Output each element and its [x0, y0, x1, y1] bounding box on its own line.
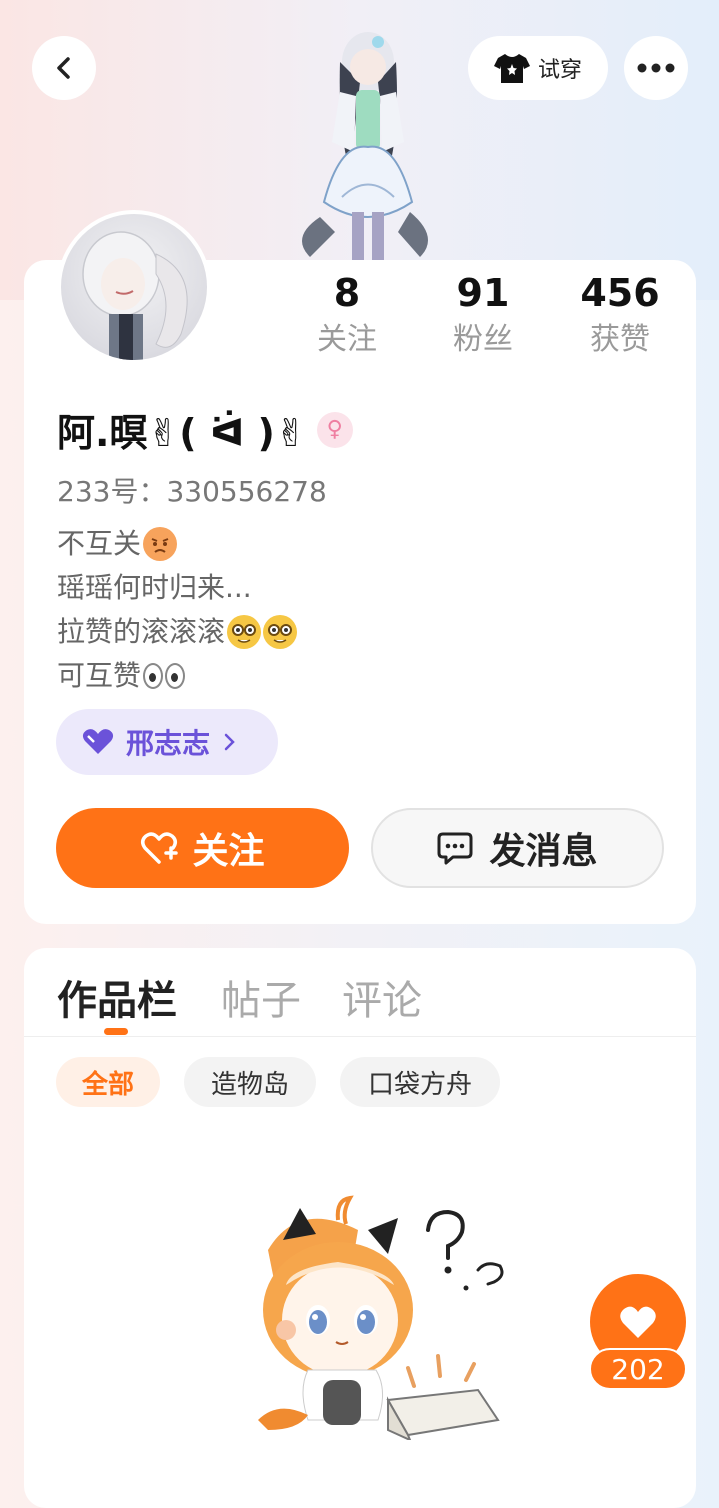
divider — [24, 1036, 696, 1037]
follow-button[interactable]: 关注 — [56, 808, 349, 888]
bio: 不互关 瑶瑶何时归来... 拉赞的滚滚滚 可互赞 — [57, 522, 298, 698]
stat-label: 粉丝 — [453, 322, 513, 357]
like-count: 202 — [589, 1348, 687, 1390]
bio-line: 瑶瑶何时归来... — [57, 571, 252, 604]
filter-pocket-ark[interactable]: 口袋方舟 — [340, 1057, 500, 1107]
message-button[interactable]: 发消息 — [371, 808, 664, 888]
filter-all[interactable]: 全部 — [56, 1057, 160, 1107]
stat-label: 获赞 — [590, 322, 650, 357]
stat-label: 关注 — [317, 322, 377, 357]
bio-line: 可互赞 — [57, 659, 142, 692]
stat-following[interactable]: 8 关注 — [287, 270, 407, 360]
heart-plus-icon — [141, 832, 179, 864]
stat-value: 456 — [580, 271, 660, 315]
more-button[interactable] — [624, 36, 688, 100]
character-illustration — [302, 32, 428, 260]
user-id: 233号：330556278 — [57, 475, 327, 508]
stat-value: 8 — [333, 271, 361, 315]
bio-line: 不互关 — [57, 527, 142, 560]
nickname: 阿.暝✌( ᐛ )✌ — [57, 411, 307, 455]
bio-line: 拉赞的滚滚滚 — [57, 615, 226, 648]
avatar[interactable] — [57, 210, 211, 364]
chevron-left-icon — [57, 57, 70, 79]
angry-face-icon — [143, 527, 178, 561]
tag-chip[interactable]: 邢志志 — [56, 709, 278, 775]
try-on-label: 试穿 — [537, 58, 582, 83]
heart-tag-icon — [82, 729, 114, 754]
chat-bubble-icon — [437, 832, 473, 865]
tab-comments[interactable]: 评论 — [342, 968, 422, 1026]
try-on-button[interactable]: 试穿 — [468, 36, 608, 100]
tab-posts[interactable]: 帖子 — [221, 968, 301, 1026]
eyes-icon — [143, 663, 186, 689]
stat-followers[interactable]: 91 粉丝 — [423, 270, 543, 360]
nerd-face-icon — [227, 615, 262, 649]
message-label: 发消息 — [489, 831, 598, 872]
nickname-row: 阿.暝✌( ᐛ )✌ ♀ — [57, 402, 353, 457]
empty-state-illustration — [258, 1195, 504, 1440]
tab-indicator — [104, 1028, 128, 1035]
filter-zaowudao[interactable]: 造物岛 — [184, 1057, 316, 1107]
tag-chip-label: 邢志志 — [126, 727, 211, 760]
female-icon: ♀ — [316, 411, 353, 448]
stat-likes[interactable]: 456 获赞 — [560, 270, 680, 360]
tab-works[interactable]: 作品栏 — [57, 968, 177, 1026]
follow-label: 关注 — [192, 831, 265, 872]
heart-icon — [620, 1306, 656, 1338]
avatar-image — [82, 231, 188, 360]
more-dots-icon — [637, 63, 675, 73]
tshirt-icon — [493, 54, 530, 83]
stat-value: 91 — [456, 271, 510, 315]
chevron-right-icon — [224, 733, 235, 751]
back-button[interactable] — [32, 36, 96, 100]
nerd-face-icon — [263, 615, 298, 649]
